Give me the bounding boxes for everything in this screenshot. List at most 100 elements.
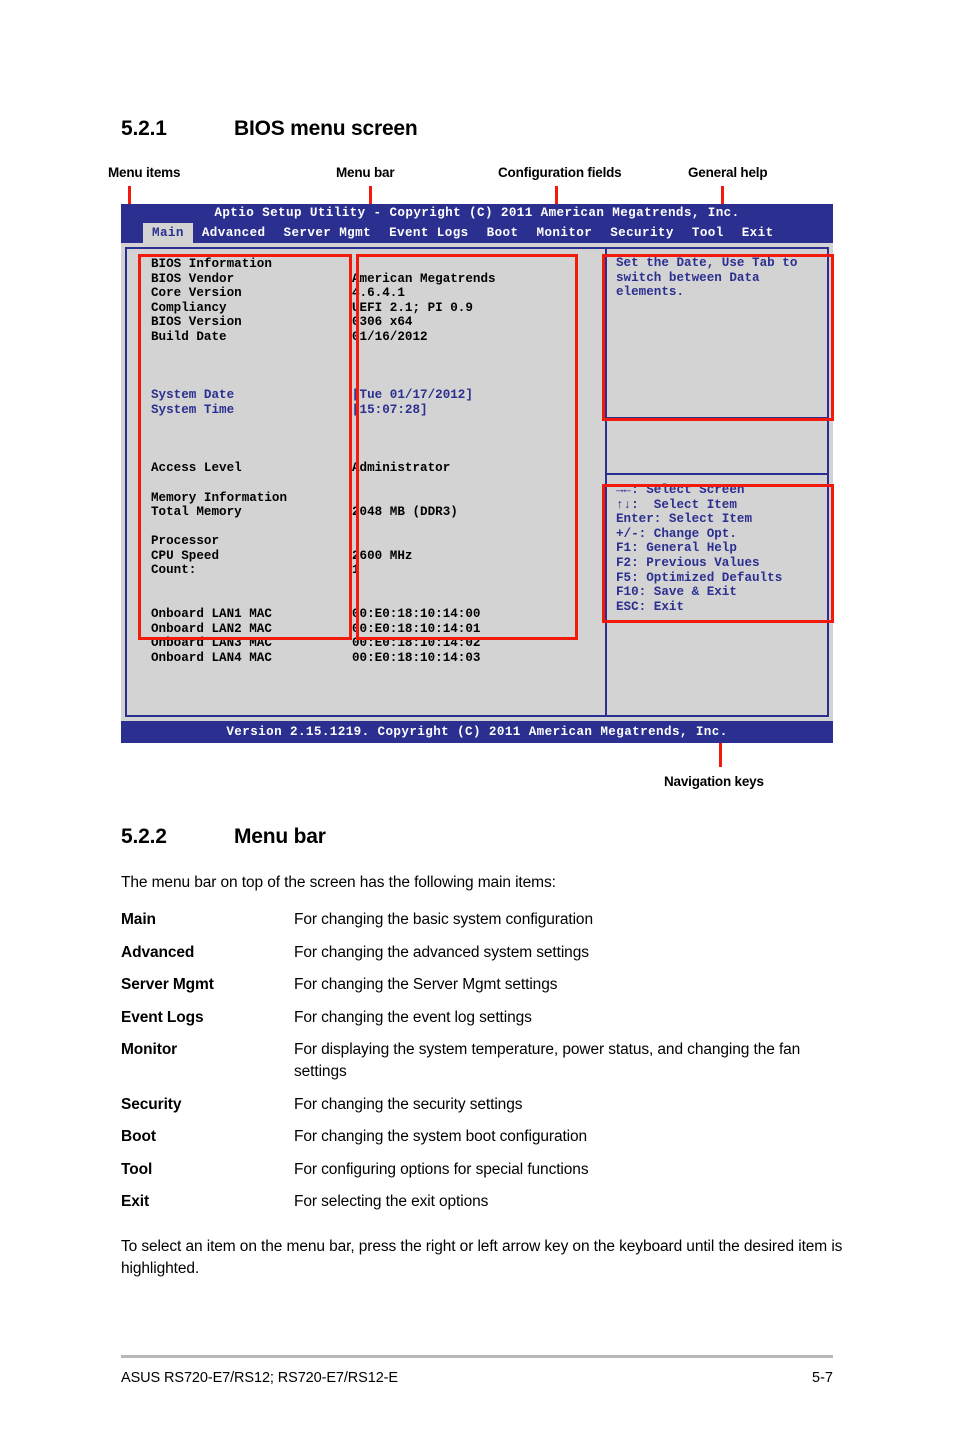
bios-row-value: UEFI 2.1; PI 0.9 — [352, 300, 473, 315]
bios-row-value: 1 — [352, 563, 360, 578]
bios-row: Core Version 4.6.4.1 — [127, 286, 605, 301]
menu-definition-term: Monitor — [121, 1041, 178, 1058]
menu-tab-server-mgmt[interactable]: Server Mgmt — [275, 223, 381, 243]
callout-menu-bar: Menu bar — [336, 165, 395, 180]
bios-row-value: Administrator — [352, 461, 451, 476]
section-heading-521: 5.2.1 BIOS menu screen — [121, 117, 418, 141]
bios-row — [127, 432, 605, 447]
bios-row: BIOS Information — [127, 257, 605, 272]
bios-row-value[interactable]: [Tue 01/17/2012] — [352, 388, 473, 403]
menu-definition-term: Advanced — [121, 943, 195, 961]
nav-key-line: F1: General Help — [616, 541, 737, 556]
bios-row-label: Processor — [151, 534, 220, 549]
bios-row-label: Onboard LAN2 MAC — [151, 621, 272, 636]
bios-row-label: BIOS Information — [151, 257, 272, 271]
nav-key-line: ESC: Exit — [616, 599, 685, 614]
menu-bar-intro-paragraph: The menu bar on top of the screen has th… — [121, 874, 556, 891]
bios-row — [127, 520, 605, 535]
bios-row-label — [127, 374, 352, 389]
bios-row-value: American Megatrends — [352, 271, 496, 286]
menu-tab-advanced[interactable]: Advanced — [193, 223, 275, 243]
footer-rule — [121, 1355, 833, 1358]
bios-row-label: Memory Information — [151, 490, 288, 505]
bios-row-label: Core Version — [151, 286, 242, 301]
bios-row-value[interactable]: [15:07:28] — [352, 403, 428, 418]
menu-definition-row: Tool For configuring options for special … — [121, 1159, 839, 1181]
menu-definition-row: Monitor For displaying the system tempera… — [121, 1039, 839, 1083]
menu-definition-row: Advanced For changing the advanced system… — [121, 942, 839, 964]
bios-row-label — [127, 447, 352, 462]
bios-row-label: BIOS Vendor — [151, 271, 235, 286]
bios-row — [127, 418, 605, 433]
nav-key-line: F5: Optimized Defaults — [616, 570, 783, 585]
bios-row-label — [127, 593, 352, 608]
bios-row: Compliancy UEFI 2.1; PI 0.9 — [127, 301, 605, 316]
bios-side-pane: Set the Date, Use Tab to switch between … — [607, 249, 827, 715]
bios-row — [127, 447, 605, 462]
menu-definition-row: Security For changing the security settin… — [121, 1094, 839, 1116]
bios-row: Onboard LAN1 MAC 00:E0:18:10:14:00 — [127, 607, 605, 622]
bios-row: Onboard LAN2 MAC 00:E0:18:10:14:01 — [127, 622, 605, 637]
menu-tab-event-logs[interactable]: Event Logs — [380, 223, 478, 243]
bios-row-label: Onboard LAN4 MAC — [151, 651, 272, 666]
bios-row: CPU Speed 2600 MHz — [127, 549, 605, 564]
bios-item-rows: BIOS Information BIOS Vendor American Mega… — [127, 249, 605, 666]
menu-definition-term: Exit — [121, 1193, 150, 1210]
menu-definition-row: Boot For changing the system boot configu… — [121, 1126, 839, 1148]
bios-row — [127, 593, 605, 608]
bios-row: Build Date 01/16/2012 — [127, 330, 605, 345]
bios-row-label: Compliancy — [151, 300, 227, 315]
bios-row: Access Level Administrator — [127, 461, 605, 476]
bios-row — [127, 345, 605, 360]
section-number-521: 5.2.1 — [121, 117, 167, 140]
bios-row: BIOS Vendor American Megatrends — [127, 272, 605, 287]
bios-row-value: 2600 MHz — [352, 548, 413, 563]
bios-row — [127, 359, 605, 374]
bios-setup-screen: Aptio Setup Utility - Copyright (C) 2011… — [121, 204, 833, 743]
menu-definition-description: For changing the system boot configurati… — [294, 1128, 588, 1145]
bios-body: BIOS Information BIOS Vendor American Mega… — [125, 247, 829, 717]
bios-row-label: Count: — [151, 563, 197, 578]
bios-row — [127, 578, 605, 593]
menu-tab-monitor[interactable]: Monitor — [527, 223, 601, 243]
bios-row: Onboard LAN3 MAC 00:E0:18:10:14:02 — [127, 636, 605, 651]
nav-key-line: F2: Previous Values — [616, 555, 760, 570]
bios-row-label: System Date — [151, 388, 235, 403]
menu-definition-row: Exit For selecting the exit options — [121, 1191, 839, 1213]
bios-row: BIOS Version 0306 x64 — [127, 315, 605, 330]
menu-tab-exit[interactable]: Exit — [733, 223, 783, 243]
menu-definition-description: For changing the event log settings — [294, 1008, 532, 1026]
menu-definition-term: Main — [121, 911, 156, 928]
bios-row-label — [127, 359, 352, 374]
bios-row-label: BIOS Version — [151, 315, 242, 330]
bios-row — [127, 374, 605, 389]
bios-row: Total Memory 2048 MB (DDR3) — [127, 505, 605, 520]
section-title-521: BIOS menu screen — [234, 117, 418, 140]
callout-navigation-keys: Navigation keys — [664, 774, 764, 789]
bios-row-value: 01/16/2012 — [352, 329, 428, 344]
bios-menu-bar: Main Advanced Server Mgmt Event Logs Boo… — [121, 223, 833, 243]
bios-row-value: 0306 x64 — [352, 315, 413, 330]
bios-row[interactable]: System Date [Tue 01/17/2012] — [127, 388, 605, 403]
menu-tab-boot[interactable]: Boot — [478, 223, 528, 243]
nav-key-line: F10: Save & Exit — [616, 585, 737, 600]
menu-tab-security[interactable]: Security — [601, 223, 683, 243]
section-title-522: Menu bar — [234, 825, 326, 848]
bios-general-help-box: Set the Date, Use Tab to switch between … — [607, 249, 827, 419]
bios-row-label — [127, 520, 352, 535]
bios-items-pane: BIOS Information BIOS Vendor American Mega… — [127, 249, 607, 715]
menu-tab-tool[interactable]: Tool — [683, 223, 733, 243]
footer-page-number: 5-7 — [812, 1370, 833, 1386]
callout-configuration-fields: Configuration fields — [498, 165, 622, 180]
section-number-522: 5.2.2 — [121, 825, 167, 848]
bios-row-value: 2048 MB (DDR3) — [352, 505, 458, 520]
menu-definition-row: Server Mgmt For changing the Server Mgmt … — [121, 974, 839, 996]
bios-row-label — [127, 476, 352, 491]
bios-row[interactable]: System Time [15:07:28] — [127, 403, 605, 418]
menu-tab-main[interactable]: Main — [143, 223, 193, 243]
bios-row: Onboard LAN4 MAC 00:E0:18:10:14:03 — [127, 651, 605, 666]
bios-title-bar: Aptio Setup Utility - Copyright (C) 2011… — [121, 204, 833, 223]
bios-row — [127, 476, 605, 491]
bios-row: Count: 1 — [127, 563, 605, 578]
nav-key-line: →←: Select Screen — [616, 483, 745, 497]
